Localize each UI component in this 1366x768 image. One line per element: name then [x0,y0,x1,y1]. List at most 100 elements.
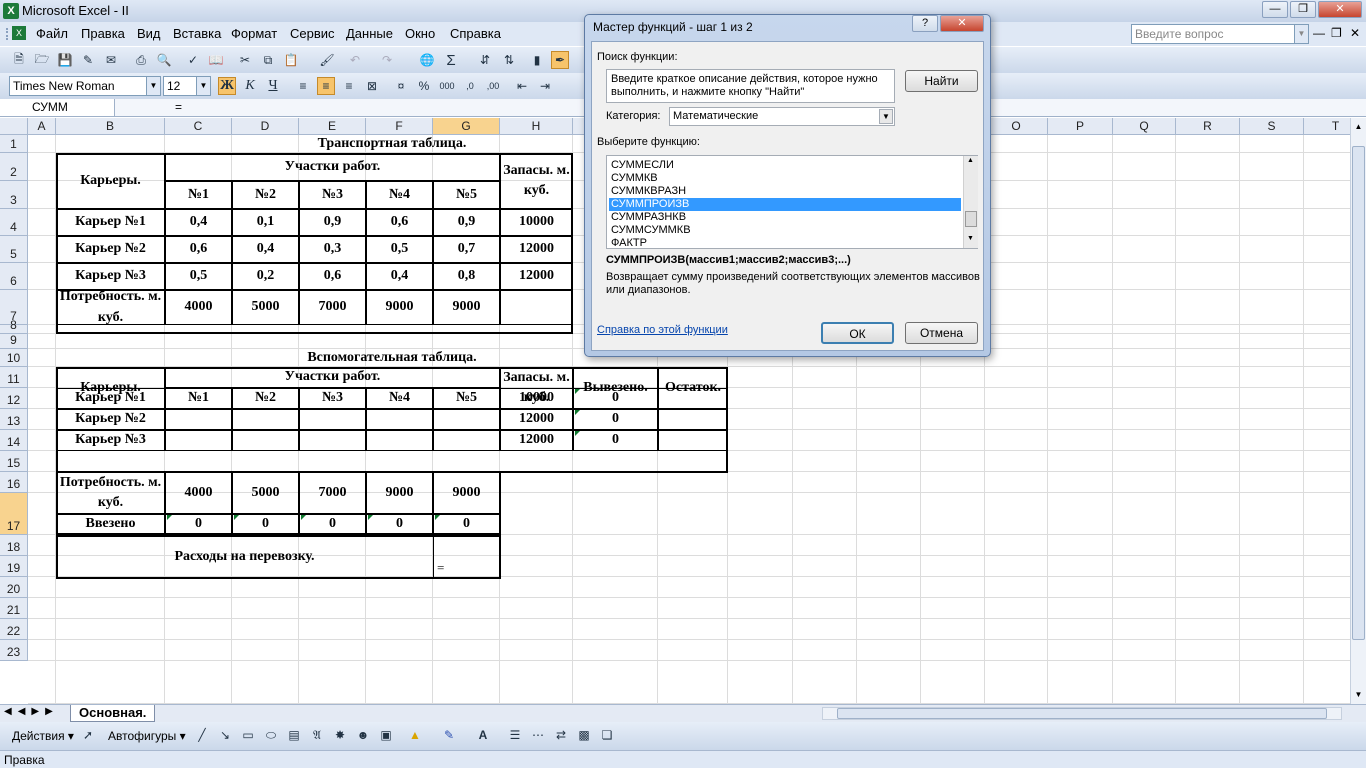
formula-warning-icon[interactable] [435,515,440,520]
function-list-item[interactable]: СУММПРОИЗВ [609,198,961,211]
column-header-e[interactable]: E [299,118,366,135]
line-icon[interactable]: ╱ [193,726,211,744]
row-header-11[interactable]: 11 [0,367,28,388]
function-list-item[interactable]: СУММКВ [609,172,961,185]
doc-close-icon[interactable]: ✕ [1350,26,1360,40]
row-header-13[interactable]: 13 [0,409,28,430]
menu-file[interactable]: Файл [36,26,68,41]
line-color-icon[interactable]: ✎ [440,726,458,744]
autosum-icon[interactable]: Σ [442,51,460,69]
function-list-item[interactable]: СУММКВРАЗН [609,185,961,198]
row-header-17[interactable]: 17 [0,493,28,535]
scroll-thumb[interactable] [1352,146,1365,640]
function-list-scrollbar[interactable]: ▲ ▼ [963,156,978,248]
scroll-down-icon[interactable]: ▼ [1352,688,1365,701]
decrease-indent-icon[interactable]: ⇤ [513,77,531,95]
function-list-item[interactable]: ФАКТР [609,237,961,250]
active-cell-g17[interactable]: = [433,535,501,579]
chevron-down-icon[interactable]: ▼ [879,109,893,124]
dialog-help-icon[interactable]: ? [912,15,938,32]
email-icon[interactable]: ✉ [102,51,120,69]
function-list[interactable]: СУММЕСЛИ СУММКВ СУММКВРАЗН СУММПРОИЗВ СУММРА… [606,155,978,249]
column-header-d[interactable]: D [232,118,299,135]
row-header-9[interactable]: 9 [0,333,28,349]
row-header-21[interactable]: 21 [0,598,28,619]
row-header-15[interactable]: 15 [0,451,28,472]
name-box[interactable]: СУММ [0,99,115,116]
scroll-down-icon[interactable]: ▼ [967,235,974,242]
draw-actions-menu[interactable]: Действия ▾ [12,729,74,743]
row-header-22[interactable]: 22 [0,619,28,640]
font-color-icon[interactable]: A [474,726,492,744]
textbox-icon[interactable]: ▤ [285,726,303,744]
percent-icon[interactable]: % [415,77,433,95]
column-header-s[interactable]: S [1240,118,1304,135]
function-search-input[interactable]: Введите краткое описание действия, котор… [606,69,895,103]
print-preview-icon[interactable]: 🔍 [155,51,173,69]
formula-warning-icon[interactable] [575,410,580,415]
menu-edit[interactable]: Правка [81,26,125,41]
dash-style-icon[interactable]: ⋯ [529,726,547,744]
drawing-toggle-icon[interactable]: ✒ [551,51,569,69]
oval-icon[interactable]: ⬭ [262,726,280,744]
align-right-icon[interactable]: ≡ [340,77,358,95]
maximize-button[interactable]: ❐ [1290,1,1316,18]
arrow-icon[interactable]: ↘ [216,726,234,744]
formula-input[interactable]: = [175,100,182,114]
column-header-a[interactable]: A [28,118,56,135]
thousands-icon[interactable]: 000 [438,77,456,95]
permission-icon[interactable]: ✎ [79,51,97,69]
fill-color-icon[interactable]: ▲ [406,726,424,744]
autoshapes-menu[interactable]: Автофигуры ▾ [108,729,186,743]
undo-icon[interactable]: ↶ [346,51,364,69]
wordart-icon[interactable]: 𝔄 [308,726,326,744]
redo-icon[interactable]: ↷ [378,51,396,69]
cut-icon[interactable]: ✂ [236,51,254,69]
select-all-corner[interactable] [0,118,28,135]
increase-indent-icon[interactable]: ⇥ [536,77,554,95]
function-list-item[interactable]: СУММРАЗНКВ [609,211,961,224]
format-painter-icon[interactable]: 🖌 [318,51,336,69]
align-left-icon[interactable]: ≡ [294,77,312,95]
cancel-button[interactable]: Отмена [905,322,978,344]
rectangle-icon[interactable]: ▭ [239,726,257,744]
3d-style-icon[interactable]: ❏ [598,726,616,744]
column-header-p[interactable]: P [1048,118,1113,135]
row-header-1[interactable]: 1 [0,135,28,153]
help-question-input[interactable]: Введите вопрос ▼ [1131,24,1309,44]
column-header-g[interactable]: G [433,118,500,135]
menu-tools[interactable]: Сервис [290,26,335,41]
scroll-thumb[interactable] [965,211,977,227]
clipart-icon[interactable]: ☻ [354,726,372,744]
hscroll-thumb[interactable] [837,708,1327,719]
ok-button[interactable]: ОК [821,322,894,344]
column-header-t[interactable]: T [1304,118,1350,135]
merge-center-icon[interactable]: ⊠ [363,77,381,95]
row-header-18[interactable]: 18 [0,535,28,556]
menu-insert[interactable]: Вставка [173,26,221,41]
sheet-tab-main[interactable]: Основная. [70,705,156,722]
chevron-down-icon[interactable]: ▼ [1294,25,1308,43]
formula-warning-icon[interactable] [301,515,306,520]
chevron-down-icon[interactable]: ▼ [196,77,210,95]
menu-format[interactable]: Формат [231,26,277,41]
spelling-icon[interactable]: ✓ [184,51,202,69]
shadow-style-icon[interactable]: ▩ [575,726,593,744]
increase-decimal-icon[interactable]: ,0 [461,77,479,95]
menu-data[interactable]: Данные [346,26,393,41]
workbook-icon[interactable]: X [12,26,26,40]
column-header-c[interactable]: C [165,118,232,135]
minimize-button[interactable]: — [1262,1,1288,18]
doc-restore-icon[interactable]: ❐ [1331,26,1342,40]
decrease-decimal-icon[interactable]: ,00 [484,77,502,95]
row-header-20[interactable]: 20 [0,577,28,598]
function-list-item[interactable]: СУММЕСЛИ [609,159,961,172]
row-header-12[interactable]: 12 [0,388,28,409]
menu-view[interactable]: Вид [137,26,161,41]
formula-warning-icon[interactable] [234,515,239,520]
align-center-icon[interactable]: ≡ [317,77,335,95]
scroll-up-icon[interactable]: ▲ [1352,120,1365,133]
row-header-6[interactable]: 6 [0,263,28,290]
sort-descending-icon[interactable]: ⇅ [500,51,518,69]
line-style-icon[interactable]: ☰ [506,726,524,744]
